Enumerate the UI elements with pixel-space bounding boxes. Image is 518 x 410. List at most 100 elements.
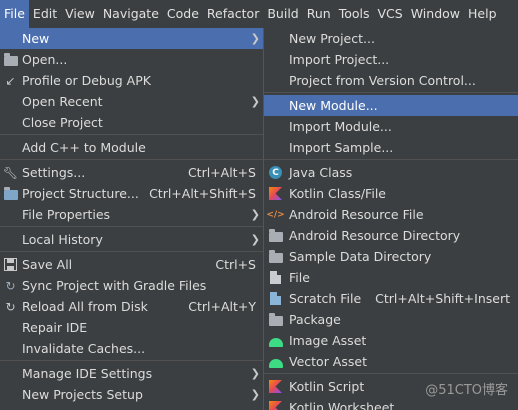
java-class-item[interactable]: C Java Class [264,162,518,183]
file-menu-add-cpp[interactable]: Add C++ to Module [0,137,264,158]
menu-view[interactable]: View [61,0,99,28]
menu-file[interactable]: File [0,0,29,28]
label: New [22,31,50,46]
file-menu-project-structure[interactable]: Project Structure... Ctrl+Alt+Shift+S [0,183,264,204]
file-menu-file-properties[interactable]: File Properties ❯ [0,204,264,225]
menu-navigate[interactable]: Navigate [99,0,163,28]
file-menu: New ❯ Open... ↙ Profile or Debug APK Ope… [0,28,265,410]
file-menu-local-history[interactable]: Local History ❯ [0,229,264,250]
label: New Projects Setup [22,387,143,402]
file-menu-reload-disk[interactable]: ↻ Reload All from Disk Ctrl+Alt+Y [0,296,264,317]
label: Save All [22,257,73,272]
separator [0,134,264,135]
label: Java Class [289,165,353,180]
chevron-right-icon: ❯ [250,208,260,221]
menu-run[interactable]: Run [303,0,335,28]
project-structure-icon [3,186,18,201]
separator [0,360,264,361]
watermark: @51CTO博客 [425,383,508,398]
vector-asset-item[interactable]: Vector Asset [264,351,518,372]
label: File Properties [22,207,111,222]
import-sample-item[interactable]: Import Sample... [264,137,518,158]
separator [264,92,518,93]
new-submenu: New Project... Import Project... Project… [263,28,518,410]
label: Project from Version Control... [289,73,476,88]
file-menu-sync-gradle[interactable]: ↻ Sync Project with Gradle Files [0,275,264,296]
label: File [289,270,310,285]
label: Project Structure... [22,186,139,201]
label: Profile or Debug APK [22,73,151,88]
menu-refactor[interactable]: Refactor [203,0,263,28]
menu-help[interactable]: Help [464,0,501,28]
gradle-sync-icon: ↻ [5,278,16,293]
folder-icon [3,52,18,67]
import-project-item[interactable]: Import Project... [264,49,518,70]
sample-data-dir-item[interactable]: Sample Data Directory [264,246,518,267]
file-menu-settings[interactable]: 🔧︎ Settings... Ctrl+Alt+S [0,162,264,183]
shortcut: Ctrl+Alt+Shift+S [149,186,256,201]
menu-edit[interactable]: Edit [29,0,61,28]
kotlin-worksheet-item[interactable]: Kotlin Worksheet [264,397,518,410]
new-project-item[interactable]: New Project... [264,28,518,49]
menu-tools[interactable]: Tools [335,0,374,28]
separator [264,159,518,160]
file-menu-open[interactable]: Open... [0,49,264,70]
scratch-file-item[interactable]: Scratch File Ctrl+Alt+Shift+Insert [264,288,518,309]
android-icon [268,354,283,369]
reload-icon: ↻ [5,299,16,314]
chevron-right-icon: ❯ [250,32,260,45]
import-module-item[interactable]: Import Module... [264,116,518,137]
file-menu-invalidate-caches[interactable]: Invalidate Caches... [0,338,264,359]
chevron-right-icon: ❯ [250,233,260,246]
label: Open... [22,52,68,67]
shortcut: Ctrl+Alt+Y [188,299,256,314]
label: Close Project [22,115,103,130]
java-class-icon: C [268,165,283,180]
label: Sample Data Directory [289,249,432,264]
menu-build[interactable]: Build [263,0,302,28]
package-item[interactable]: Package [264,309,518,330]
file-item[interactable]: File [264,267,518,288]
shortcut: Ctrl+Alt+Shift+Insert [375,291,510,306]
label: Image Asset [289,333,367,348]
separator [0,251,264,252]
separator [0,159,264,160]
label: Import Sample... [289,140,394,155]
file-menu-manage-ide[interactable]: Manage IDE Settings ❯ [0,363,264,384]
menu-code[interactable]: Code [163,0,203,28]
package-folder-icon [268,312,283,327]
label: Kotlin Class/File [289,186,386,201]
file-menu-new[interactable]: New ❯ [0,28,264,49]
android-resource-file-item[interactable]: </> Android Resource File [264,204,518,225]
separator [0,226,264,227]
label: Vector Asset [289,354,367,369]
label: Package [289,312,341,327]
label: Sync Project with Gradle Files [22,278,207,293]
menu-window[interactable]: Window [407,0,464,28]
menu-vcs[interactable]: VCS [374,0,407,28]
image-asset-item[interactable]: Image Asset [264,330,518,351]
android-icon [268,333,283,348]
file-menu-repair-ide[interactable]: Repair IDE [0,317,264,338]
kotlin-worksheet-icon [268,400,283,410]
file-menu-profile-apk[interactable]: ↙ Profile or Debug APK [0,70,264,91]
kotlin-script-icon [268,379,283,394]
file-menu-new-projects-setup[interactable]: New Projects Setup ❯ [0,384,264,405]
label: Open Recent [22,94,103,109]
label: Local History [22,232,103,247]
label: Scratch File [289,291,362,306]
separator [264,373,518,374]
label: Repair IDE [22,320,88,335]
apk-arrow-icon: ↙ [5,73,16,88]
xml-file-icon: </> [266,209,285,220]
project-from-vcs-item[interactable]: Project from Version Control... [264,70,518,91]
wrench-icon: 🔧︎ [2,165,19,180]
shortcut: Ctrl+Alt+S [187,165,256,180]
file-menu-open-recent[interactable]: Open Recent ❯ [0,91,264,112]
kotlin-class-item[interactable]: Kotlin Class/File [264,183,518,204]
file-menu-close-project[interactable]: Close Project [0,112,264,133]
android-resource-dir-item[interactable]: Android Resource Directory [264,225,518,246]
file-menu-save-all[interactable]: Save All Ctrl+S [0,254,264,275]
new-module-item[interactable]: New Module... [264,95,518,116]
folder-icon [268,249,283,264]
